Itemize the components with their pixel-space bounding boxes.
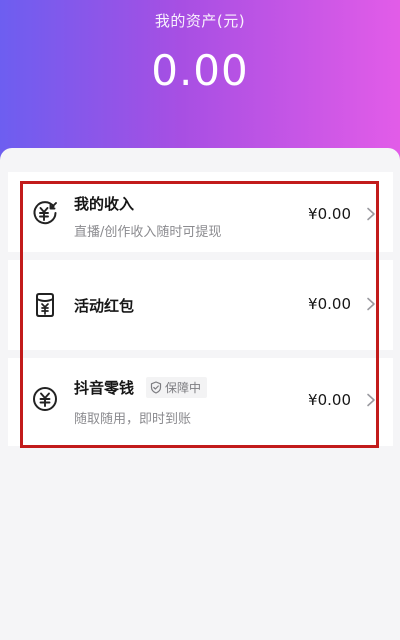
row-amount: ¥0.00 <box>308 391 351 409</box>
assets-title: 我的资产(元) <box>154 12 246 30</box>
row-title: 活动红包 <box>74 297 135 315</box>
chevron-right-icon <box>367 297 375 311</box>
row-title: 抖音零钱 <box>74 379 135 397</box>
total-assets-amount: 0.00 <box>151 46 249 95</box>
chevron-right-icon <box>367 393 375 407</box>
row-amount: ¥0.00 <box>308 205 351 223</box>
row-amount: ¥0.00 <box>308 295 351 313</box>
my-income-row[interactable]: 我的收入 直播/创作收入随时可提现 ¥0.00 <box>8 172 393 252</box>
row-subtitle: 随取随用，即时到账 <box>74 412 192 427</box>
asset-list: 我的收入 直播/创作收入随时可提现 ¥0.00 活动红包 ¥0.00 抖音零钱 … <box>8 172 393 446</box>
income-yuan-icon <box>33 201 57 225</box>
badge-label: 保障中 <box>165 381 202 395</box>
row-title: 我的收入 <box>74 195 135 213</box>
wallet-yuan-icon <box>33 387 57 411</box>
chevron-right-icon <box>367 207 375 221</box>
douyin-change-row[interactable]: 抖音零钱 保障中 随取随用，即时到账 ¥0.00 <box>8 358 393 446</box>
assets-screen: 我的资产(元) 0.00 我的收入 直播/创作收入随时可提现 ¥0.00 活动红… <box>0 0 400 640</box>
protected-badge: 保障中 <box>146 377 208 398</box>
row-subtitle: 直播/创作收入随时可提现 <box>74 225 222 240</box>
activity-red-packet-row[interactable]: 活动红包 ¥0.00 <box>8 260 393 350</box>
shield-check-icon <box>150 381 162 394</box>
red-packet-icon <box>36 293 54 317</box>
